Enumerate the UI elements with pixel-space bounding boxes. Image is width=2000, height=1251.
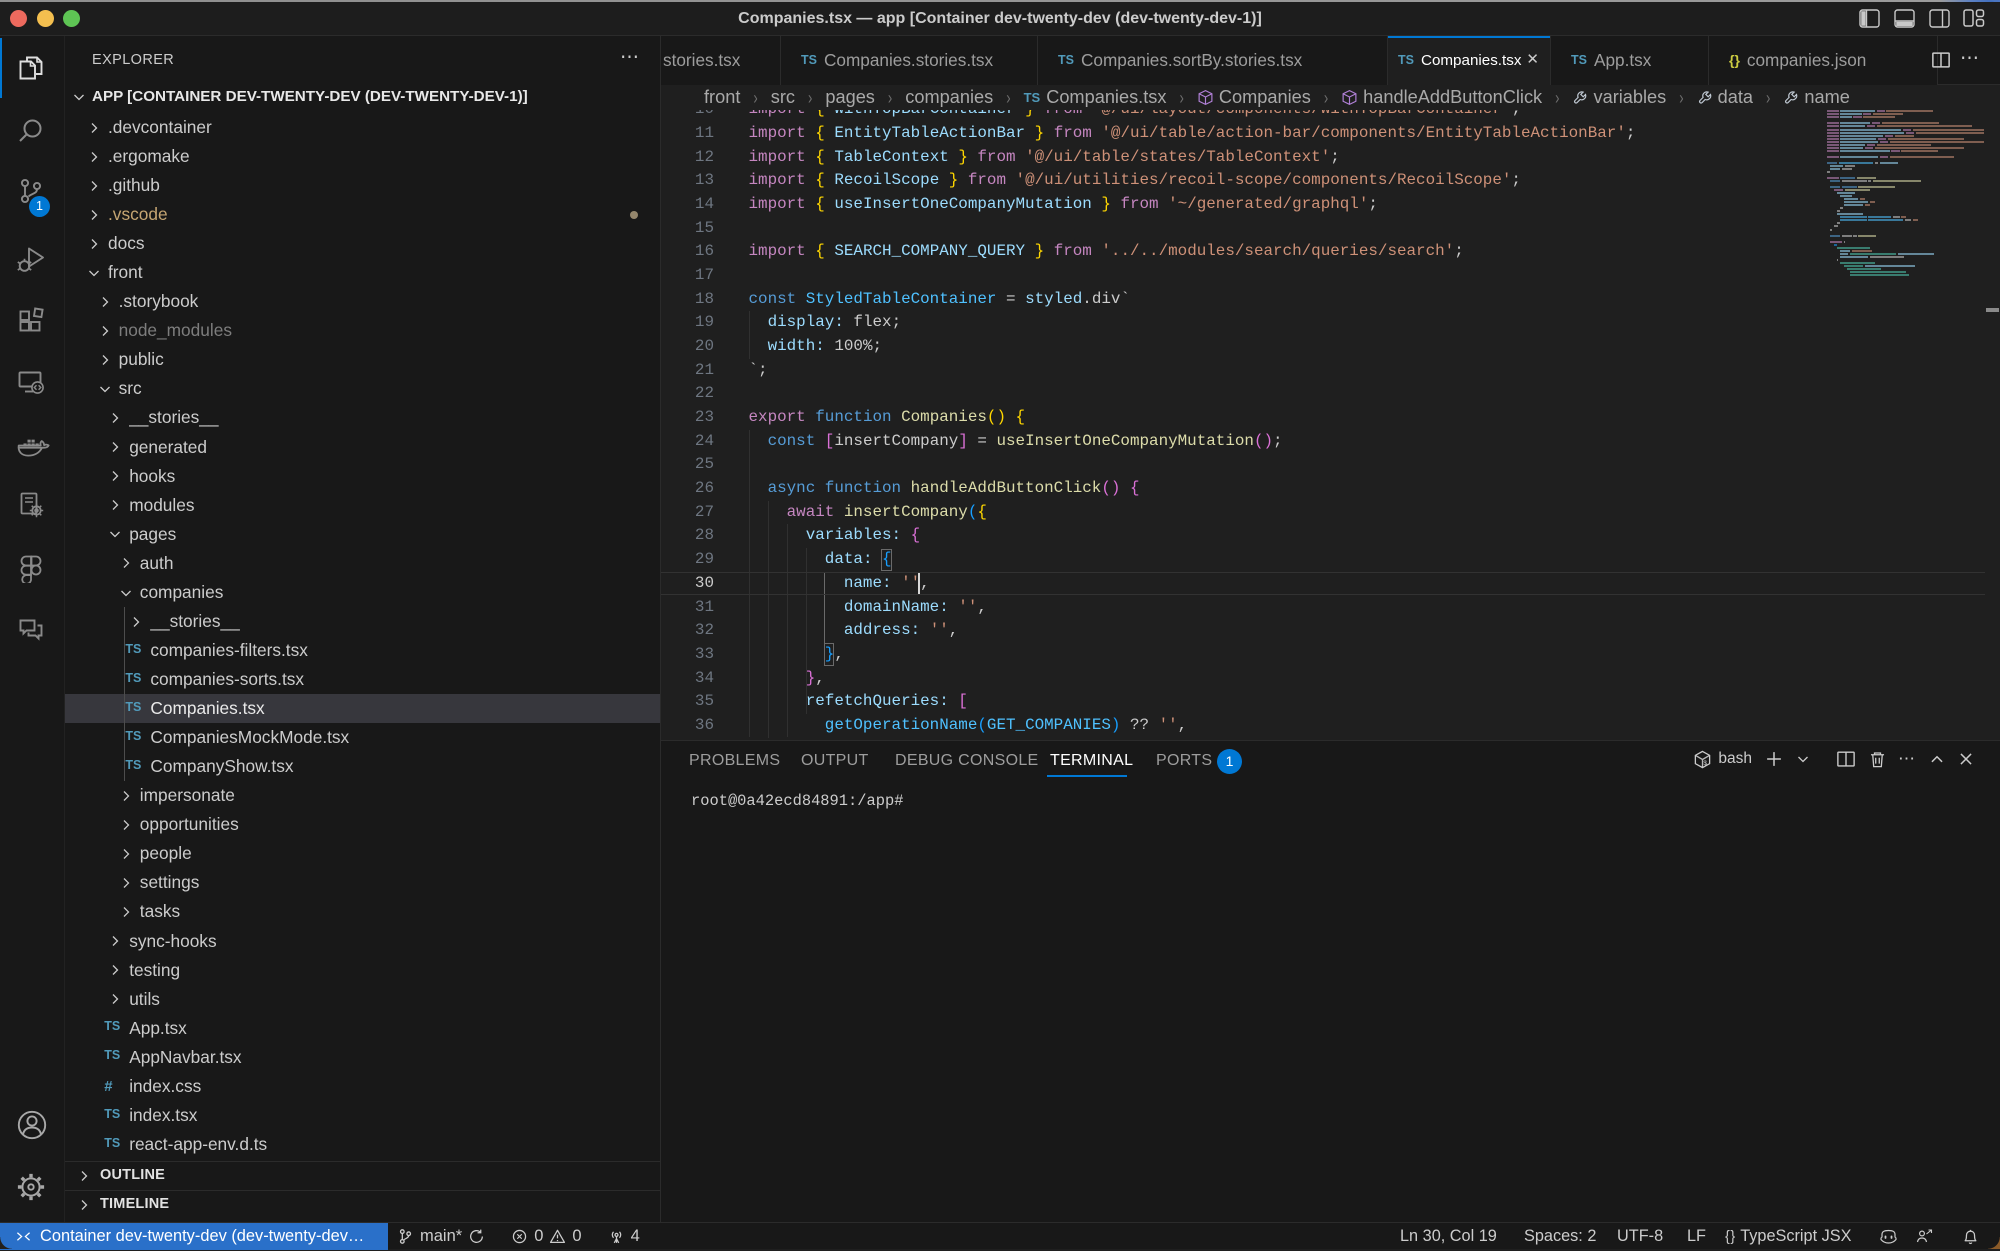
- svg-text:$: $: [1704, 759, 1708, 766]
